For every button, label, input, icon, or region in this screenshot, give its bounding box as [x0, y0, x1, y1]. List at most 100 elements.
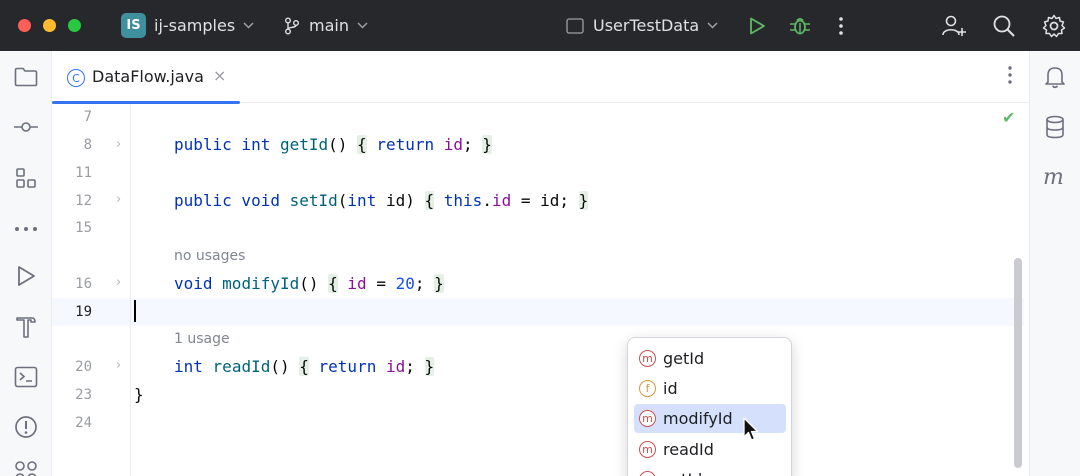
- debug-button[interactable]: [789, 0, 811, 51]
- line-number: 12: [75, 193, 92, 209]
- line-number: 8: [83, 137, 92, 153]
- code-line-setId: public void setId(int id) { this.id = id…: [174, 191, 589, 210]
- svg-text:m: m: [1043, 166, 1064, 188]
- settings-icon: [1042, 14, 1066, 37]
- code-completion-popup[interactable]: m getId f id m modifyId m readId m setId: [627, 337, 792, 476]
- mouse-pointer-icon: [743, 417, 759, 441]
- run-tool-button[interactable]: [12, 262, 40, 290]
- chevron-down-icon: [243, 22, 254, 29]
- fold-chevron-icon[interactable]: ›: [116, 358, 121, 373]
- structure-tool-button[interactable]: [12, 164, 40, 192]
- completion-item[interactable]: m readId: [634, 435, 786, 464]
- completion-item-selected[interactable]: m modifyId: [634, 404, 786, 433]
- close-window-button[interactable]: [18, 19, 31, 32]
- completion-item[interactable]: m getId: [634, 344, 786, 373]
- branch-name: main: [309, 16, 349, 35]
- fold-chevron-icon[interactable]: ›: [116, 192, 121, 207]
- method-icon: m: [639, 350, 656, 367]
- search-icon: [993, 15, 1015, 37]
- fold-chevron-icon[interactable]: ›: [116, 275, 121, 290]
- more-tools-button[interactable]: [12, 215, 40, 243]
- code-line-readId: int readId() { return id; }: [174, 357, 435, 376]
- line-number: 23: [75, 387, 92, 403]
- more-vertical-icon: [839, 16, 843, 35]
- method-icon: m: [639, 410, 656, 427]
- database-tool-button[interactable]: [1041, 113, 1069, 141]
- project-badge: IS: [121, 13, 146, 38]
- title-bar: IS ij-samples main UserTestData: [0, 0, 1080, 51]
- code-editor[interactable]: ✔ 7 8 11 12 15 16 19 20 23 24 › › › › pu…: [52, 104, 1029, 476]
- text-caret: [134, 300, 136, 322]
- completion-item[interactable]: f id: [634, 374, 786, 403]
- settings-button[interactable]: [1042, 0, 1066, 51]
- notifications-icon: [1045, 67, 1065, 89]
- code-line-getId: public int getId() { return id; }: [174, 135, 492, 154]
- run-config-name: UserTestData: [593, 16, 700, 35]
- current-line-highlight: [52, 298, 1024, 326]
- folder-icon: [14, 67, 38, 87]
- commit-icon: [14, 122, 38, 132]
- usages-hint[interactable]: 1 usage: [174, 331, 230, 347]
- database-icon: [1046, 115, 1064, 139]
- debug-icon: [790, 17, 810, 34]
- minimize-window-button[interactable]: [43, 19, 56, 32]
- close-icon[interactable]: ×: [213, 66, 226, 85]
- add-user-icon: [942, 15, 966, 36]
- problems-tool-button[interactable]: [12, 413, 40, 441]
- right-tool-window-bar: m: [1029, 51, 1080, 476]
- tab-dataflow-java[interactable]: C DataFlow.java ×: [52, 51, 240, 104]
- run-button[interactable]: [748, 0, 766, 51]
- tab-options-button[interactable]: [1007, 65, 1013, 90]
- class-icon: C: [67, 69, 85, 87]
- terminal-icon: [14, 366, 38, 388]
- vertical-scrollbar[interactable]: [1014, 258, 1022, 468]
- branch-selector[interactable]: main: [284, 0, 368, 51]
- build-icon: [16, 317, 36, 338]
- structure-icon: [16, 168, 36, 188]
- code-line-class-close: }: [134, 385, 144, 404]
- line-number: 11: [75, 165, 92, 181]
- no-problems-icon[interactable]: ✔: [1002, 108, 1015, 127]
- more-vertical-icon: [1008, 66, 1012, 84]
- run-configuration-selector[interactable]: UserTestData: [566, 0, 718, 51]
- method-icon: m: [639, 471, 656, 476]
- commit-tool-button[interactable]: [12, 113, 40, 141]
- field-icon: f: [639, 380, 656, 397]
- line-number: 16: [75, 276, 92, 292]
- services-tool-button[interactable]: [12, 458, 40, 476]
- left-tool-window-bar: [0, 51, 52, 476]
- code-with-me-button[interactable]: [941, 0, 967, 51]
- method-icon: m: [639, 441, 656, 458]
- chevron-down-icon: [357, 22, 368, 29]
- zoom-window-button[interactable]: [68, 19, 81, 32]
- build-tool-button[interactable]: [12, 313, 40, 341]
- usages-hint[interactable]: no usages: [174, 248, 245, 264]
- line-number: 15: [75, 220, 92, 236]
- terminal-tool-button[interactable]: [12, 363, 40, 391]
- project-tool-button[interactable]: [12, 63, 40, 91]
- services-icon: [15, 461, 37, 476]
- code-line-modifyId: void modifyId() { id = 20; }: [174, 274, 444, 293]
- editor-tab-bar: C DataFlow.java ×: [52, 51, 1029, 104]
- notifications-tool-button[interactable]: [1041, 63, 1069, 91]
- more-actions-button[interactable]: [838, 0, 844, 51]
- run-icon: [750, 17, 765, 34]
- gutter-separator: [130, 104, 131, 476]
- run-icon: [18, 266, 35, 286]
- branch-icon: [285, 17, 299, 34]
- problems-icon: [15, 416, 37, 438]
- search-everywhere-button[interactable]: [992, 0, 1016, 51]
- more-icon: [15, 227, 37, 231]
- project-selector[interactable]: IS ij-samples: [121, 0, 254, 51]
- completion-item[interactable]: m setId: [634, 465, 786, 476]
- line-number: 20: [75, 359, 92, 375]
- chevron-down-icon: [707, 22, 718, 29]
- maven-icon: m: [1043, 166, 1064, 188]
- run-config-icon: [566, 17, 584, 34]
- line-number: 24: [75, 415, 92, 431]
- fold-chevron-icon[interactable]: ›: [116, 137, 121, 152]
- line-number: 7: [83, 109, 92, 125]
- tab-label: DataFlow.java: [92, 67, 204, 86]
- maven-tool-button[interactable]: m: [1041, 163, 1069, 191]
- line-number-current: 19: [75, 304, 92, 320]
